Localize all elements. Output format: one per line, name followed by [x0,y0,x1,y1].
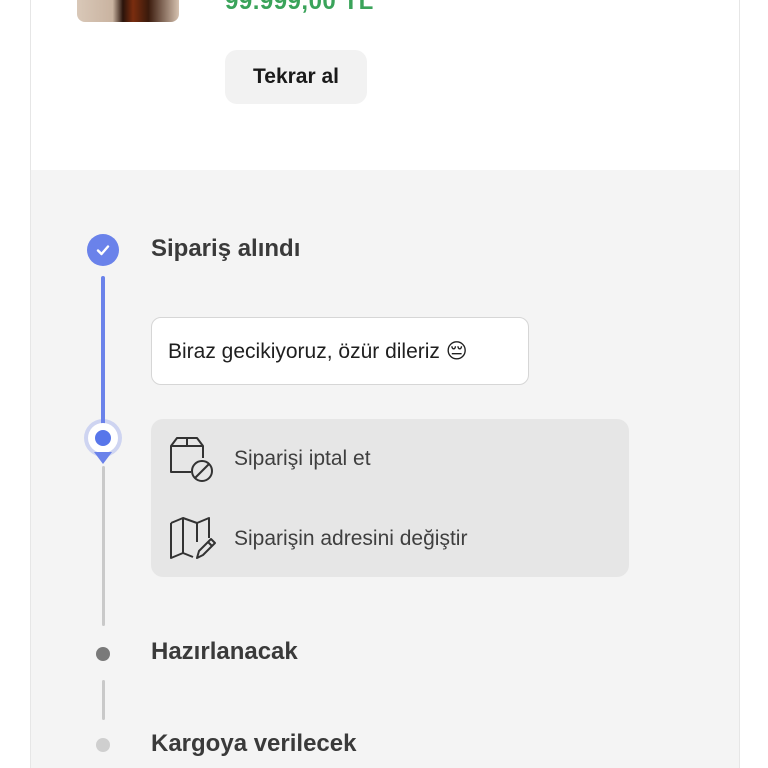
reorder-button[interactable]: Tekrar al [225,50,367,104]
order-detail-page: 99.999,00 TL Tekrar al Sipariş alındı Bi… [0,0,768,768]
product-section: 99.999,00 TL Tekrar al [31,0,739,170]
product-price: 99.999,00 TL [225,0,374,15]
step-title-preparing: Hazırlanacak [151,638,298,665]
delay-message: Biraz gecikiyoruz, özür dileriz 😔 [151,317,529,385]
order-card: 99.999,00 TL Tekrar al Sipariş alındı Bi… [30,0,740,768]
order-status-timeline: Sipariş alındı Biraz gecikiyoruz, özür d… [31,170,739,768]
current-step-marker-inner [95,430,111,446]
step-title-order-received: Sipariş alındı [151,235,301,262]
change-address-label: Siparişin adresini değiştir [234,527,468,550]
step-title-shipping: Kargoya verilecek [151,730,357,757]
step-pending-dot [96,647,110,661]
cancel-order-action[interactable]: Siparişi iptal et [151,431,629,487]
timeline-line-active [101,276,105,426]
timeline-line-pending-2 [102,680,105,720]
step-done-check-icon [87,234,119,266]
cancel-order-label: Siparişi iptal et [234,447,371,470]
package-cancel-icon [170,437,213,482]
current-step-marker [88,423,118,453]
map-edit-icon [170,517,216,559]
current-step-pointer [94,452,112,464]
order-actions-panel: Siparişi iptal et Siparişin adresini değ… [151,419,629,577]
step-pending-dot-2 [96,738,110,752]
product-image[interactable] [77,0,179,22]
timeline-line-pending [102,466,105,626]
change-address-action[interactable]: Siparişin adresini değiştir [151,511,629,567]
